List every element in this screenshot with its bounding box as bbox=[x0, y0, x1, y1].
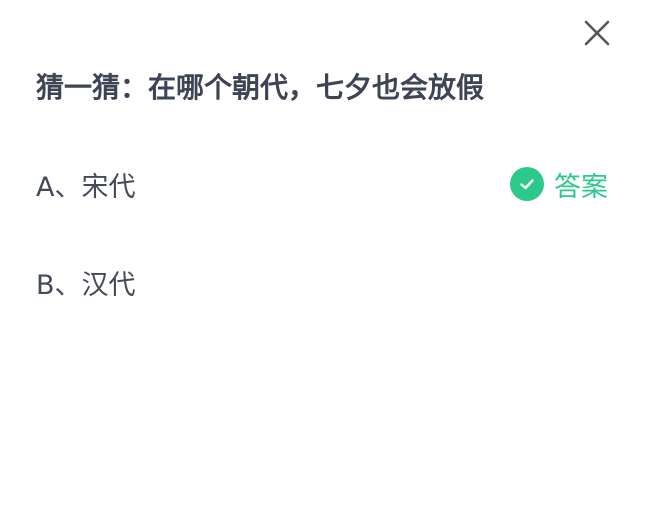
answer-badge: 答案 bbox=[510, 160, 608, 208]
close-button[interactable] bbox=[578, 14, 616, 52]
option-b[interactable]: B、汉代 bbox=[36, 258, 616, 306]
option-b-label: B、汉代 bbox=[36, 269, 136, 301]
close-icon bbox=[584, 20, 610, 46]
option-a[interactable]: A、宋代 答案 bbox=[36, 160, 616, 208]
question-title: 猜一猜：在哪个朝代，七夕也会放假 bbox=[36, 71, 485, 104]
answer-label: 答案 bbox=[554, 171, 608, 203]
quiz-dialog: 猜一猜：在哪个朝代，七夕也会放假 A、宋代 答案 B、汉代 bbox=[0, 0, 646, 515]
option-a-label: A、宋代 bbox=[36, 171, 136, 203]
check-circle-icon bbox=[510, 167, 544, 201]
